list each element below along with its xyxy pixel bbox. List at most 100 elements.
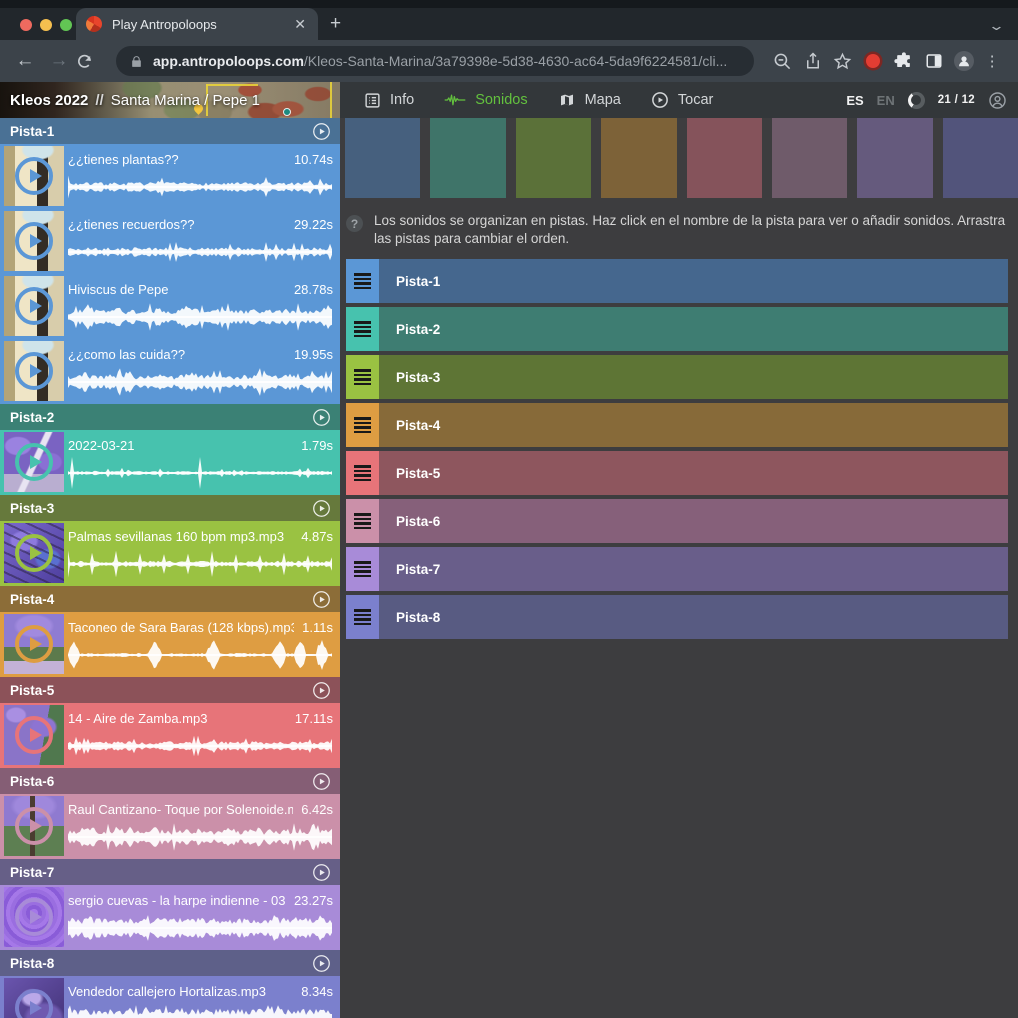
track-row[interactable]: Pista-5: [346, 451, 1008, 495]
clip-thumbnail[interactable]: [4, 887, 64, 947]
share-button[interactable]: [803, 51, 823, 71]
clip-play-button[interactable]: [15, 625, 53, 663]
browser-menu-button[interactable]: ⋮: [985, 52, 1000, 70]
zoom-button[interactable]: [772, 51, 792, 71]
tab-close-icon[interactable]: ✕: [292, 16, 308, 33]
clip-thumbnail[interactable]: [4, 276, 64, 336]
sidebar-clip[interactable]: ¿¿tienes plantas??10.74s: [0, 144, 340, 209]
clip-play-button[interactable]: [15, 989, 53, 1018]
tab-search-chevron-icon[interactable]: ⌄: [988, 18, 1005, 34]
track-drag-handle[interactable]: [346, 547, 379, 591]
track-play-button[interactable]: [312, 499, 331, 518]
track-play-button[interactable]: [312, 954, 331, 973]
track-row-body[interactable]: Pista-2: [379, 307, 1008, 351]
track-row-body[interactable]: Pista-1: [379, 259, 1008, 303]
track-drag-handle[interactable]: [346, 499, 379, 543]
track-row-body[interactable]: Pista-8: [379, 595, 1008, 639]
track-play-button[interactable]: [312, 122, 331, 141]
tab-info[interactable]: Info: [364, 92, 414, 109]
account-icon[interactable]: [988, 91, 1007, 110]
clip-thumbnail[interactable]: [4, 705, 64, 765]
browser-tab[interactable]: Play Antropoloops ✕: [76, 8, 318, 40]
sidebar-track-header[interactable]: Pista-8: [0, 950, 340, 976]
track-play-button[interactable]: [312, 681, 331, 700]
sidebar-track-header[interactable]: Pista-3: [0, 495, 340, 521]
clip-play-button[interactable]: [15, 157, 53, 195]
track-row[interactable]: Pista-3: [346, 355, 1008, 399]
breadcrumb-project[interactable]: Kleos 2022: [10, 92, 88, 109]
clip-play-button[interactable]: [15, 898, 53, 936]
profile-button[interactable]: [954, 51, 974, 71]
minimize-window-button[interactable]: [40, 19, 52, 31]
sidebar-track-header[interactable]: Pista-6: [0, 768, 340, 794]
track-play-button[interactable]: [312, 863, 331, 882]
track-row[interactable]: Pista-7: [346, 547, 1008, 591]
track-row-body[interactable]: Pista-4: [379, 403, 1008, 447]
track-row[interactable]: Pista-4: [346, 403, 1008, 447]
bookmark-button[interactable]: [833, 51, 853, 71]
sidebar-clip[interactable]: Vendedor callejero Hortalizas.mp38.34s: [0, 976, 340, 1018]
sidebar-clip[interactable]: sergio cuevas - la harpe indienne - 03 -…: [0, 885, 340, 950]
track-drag-handle[interactable]: [346, 259, 379, 303]
sidebar-clip[interactable]: Palmas sevillanas 160 bpm mp3.mp34.87s: [0, 521, 340, 586]
maximize-window-button[interactable]: [60, 19, 72, 31]
address-bar[interactable]: app.antropoloops.com/Kleos-Santa-Marina/…: [116, 46, 754, 76]
sidebar-clip[interactable]: 2022-03-211.79s: [0, 430, 340, 495]
clip-thumbnail[interactable]: [4, 146, 64, 206]
track-row-body[interactable]: Pista-5: [379, 451, 1008, 495]
clip-play-button[interactable]: [15, 807, 53, 845]
lang-es-button[interactable]: ES: [846, 93, 863, 108]
track-row[interactable]: Pista-1: [346, 259, 1008, 303]
track-row-body[interactable]: Pista-6: [379, 499, 1008, 543]
clip-thumbnail[interactable]: [4, 523, 64, 583]
sidebar-track-header[interactable]: Pista-1: [0, 118, 340, 144]
sidebar-track-header[interactable]: Pista-7: [0, 859, 340, 885]
lang-en-button[interactable]: EN: [877, 93, 895, 108]
clip-thumbnail[interactable]: [4, 978, 64, 1018]
clip-play-button[interactable]: [15, 716, 53, 754]
window-controls[interactable]: [20, 19, 72, 31]
track-drag-handle[interactable]: [346, 451, 379, 495]
sidebar-track-header[interactable]: Pista-2: [0, 404, 340, 430]
track-play-button[interactable]: [312, 408, 331, 427]
reload-button[interactable]: [76, 53, 110, 70]
track-row-body[interactable]: Pista-7: [379, 547, 1008, 591]
track-drag-handle[interactable]: [346, 355, 379, 399]
clip-thumbnail[interactable]: [4, 341, 64, 401]
tab-mapa[interactable]: Mapa: [558, 92, 621, 108]
clip-play-button[interactable]: [15, 352, 53, 390]
clip-play-button[interactable]: [15, 443, 53, 481]
record-extension-button[interactable]: [863, 51, 883, 71]
track-row[interactable]: Pista-2: [346, 307, 1008, 351]
track-play-button[interactable]: [312, 590, 331, 609]
sidebar-track-header[interactable]: Pista-5: [0, 677, 340, 703]
clip-thumbnail[interactable]: [4, 614, 64, 674]
clip-thumbnail[interactable]: [4, 211, 64, 271]
sidebar-clip[interactable]: Taconeo de Sara Baras (128 kbps).mp31.11…: [0, 612, 340, 677]
back-button[interactable]: ←: [8, 50, 42, 72]
sidebar-clip[interactable]: 14 - Aire de Zamba.mp317.11s: [0, 703, 340, 768]
clip-thumbnail[interactable]: [4, 432, 64, 492]
clip-thumbnail[interactable]: [4, 796, 64, 856]
sidebar-clip[interactable]: Hiviscus de Pepe28.78s: [0, 274, 340, 339]
extensions-button[interactable]: [894, 51, 914, 71]
track-row[interactable]: Pista-6: [346, 499, 1008, 543]
track-row-body[interactable]: Pista-3: [379, 355, 1008, 399]
sidebar-clip[interactable]: ¿¿tienes recuerdos??29.22s: [0, 209, 340, 274]
sidebar-clip[interactable]: Raul Cantizano- Toque por Solenoide.mp36…: [0, 794, 340, 859]
remix-banner[interactable]: Kleos 2022 // Santa Marina / Pepe 1: [0, 82, 340, 118]
sidebar-track-header[interactable]: Pista-4: [0, 586, 340, 612]
close-window-button[interactable]: [20, 19, 32, 31]
track-drag-handle[interactable]: [346, 307, 379, 351]
new-tab-button[interactable]: +: [330, 14, 341, 33]
track-play-button[interactable]: [312, 772, 331, 791]
forward-button[interactable]: →: [42, 50, 76, 72]
side-panel-button[interactable]: [924, 51, 944, 71]
track-row[interactable]: Pista-8: [346, 595, 1008, 639]
clip-play-button[interactable]: [15, 222, 53, 260]
clip-play-button[interactable]: [15, 534, 53, 572]
tab-sonidos[interactable]: Sonidos: [444, 92, 527, 108]
track-drag-handle[interactable]: [346, 403, 379, 447]
track-drag-handle[interactable]: [346, 595, 379, 639]
sidebar-clip[interactable]: ¿¿como las cuida??19.95s: [0, 339, 340, 404]
